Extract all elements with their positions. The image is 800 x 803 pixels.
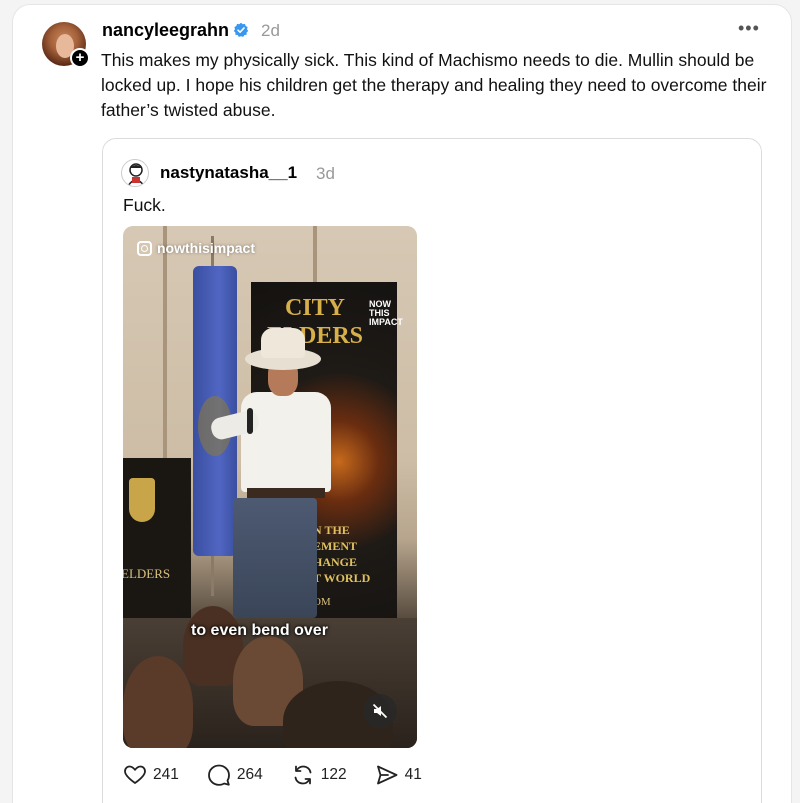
follow-button[interactable]: +: [70, 48, 90, 68]
share-button[interactable]: 41: [375, 763, 422, 787]
reply-button[interactable]: 264: [207, 763, 263, 787]
repost-icon: [294, 765, 312, 785]
quoted-avatar[interactable]: [121, 159, 149, 187]
post-username[interactable]: nancyleegrahn: [102, 20, 229, 41]
more-options-button[interactable]: •••: [738, 18, 760, 39]
speech-bubble-icon: [207, 764, 230, 786]
microphone: [247, 408, 253, 434]
video-watermark: nowthisimpact: [137, 240, 255, 256]
share-count: 41: [404, 766, 422, 783]
quoted-text: Fuck.: [123, 195, 166, 215]
banner-logo: NOW THIS IMPACT: [369, 299, 403, 327]
verified-check-icon: [233, 22, 249, 37]
video-caption: to even bend over: [191, 622, 328, 639]
speaker-belt: [247, 488, 325, 498]
podium: ELDERS: [123, 458, 191, 628]
heart-icon: [124, 765, 146, 784]
repost-count: 122: [320, 766, 347, 783]
speaker-shirt: [241, 392, 331, 492]
post-text: This makes my physically sick. This kind…: [101, 50, 767, 120]
instagram-icon: [137, 240, 152, 256]
like-count: 241: [153, 766, 179, 783]
post-time: 2d: [261, 21, 280, 40]
send-icon: [376, 765, 398, 785]
cowboy-hat-crown: [261, 328, 305, 358]
mute-button[interactable]: [363, 694, 397, 728]
banner-text: N THE EMENT HANGE T WORLD: [313, 523, 371, 585]
podium-text: ELDERS: [123, 566, 171, 581]
repost-button[interactable]: 122: [291, 763, 347, 787]
like-button[interactable]: 241: [123, 763, 179, 787]
reply-count: 264: [236, 766, 263, 783]
video-player[interactable]: CITY ELDERS NOW THIS IMPACT N THE EMENT …: [123, 226, 417, 748]
podium-crest: [129, 478, 155, 522]
audience-member: [123, 656, 193, 748]
quoted-username[interactable]: nastynatasha__1: [160, 163, 297, 183]
muted-speaker-icon: [372, 703, 388, 719]
quoted-post[interactable]: nastynatasha__1 3d Fuck. CITY ELDERS NOW…: [102, 138, 762, 803]
speaker-jeans: [233, 498, 317, 618]
quoted-time: 3d: [316, 164, 335, 183]
action-bar: 241 264 122 41: [123, 763, 450, 787]
